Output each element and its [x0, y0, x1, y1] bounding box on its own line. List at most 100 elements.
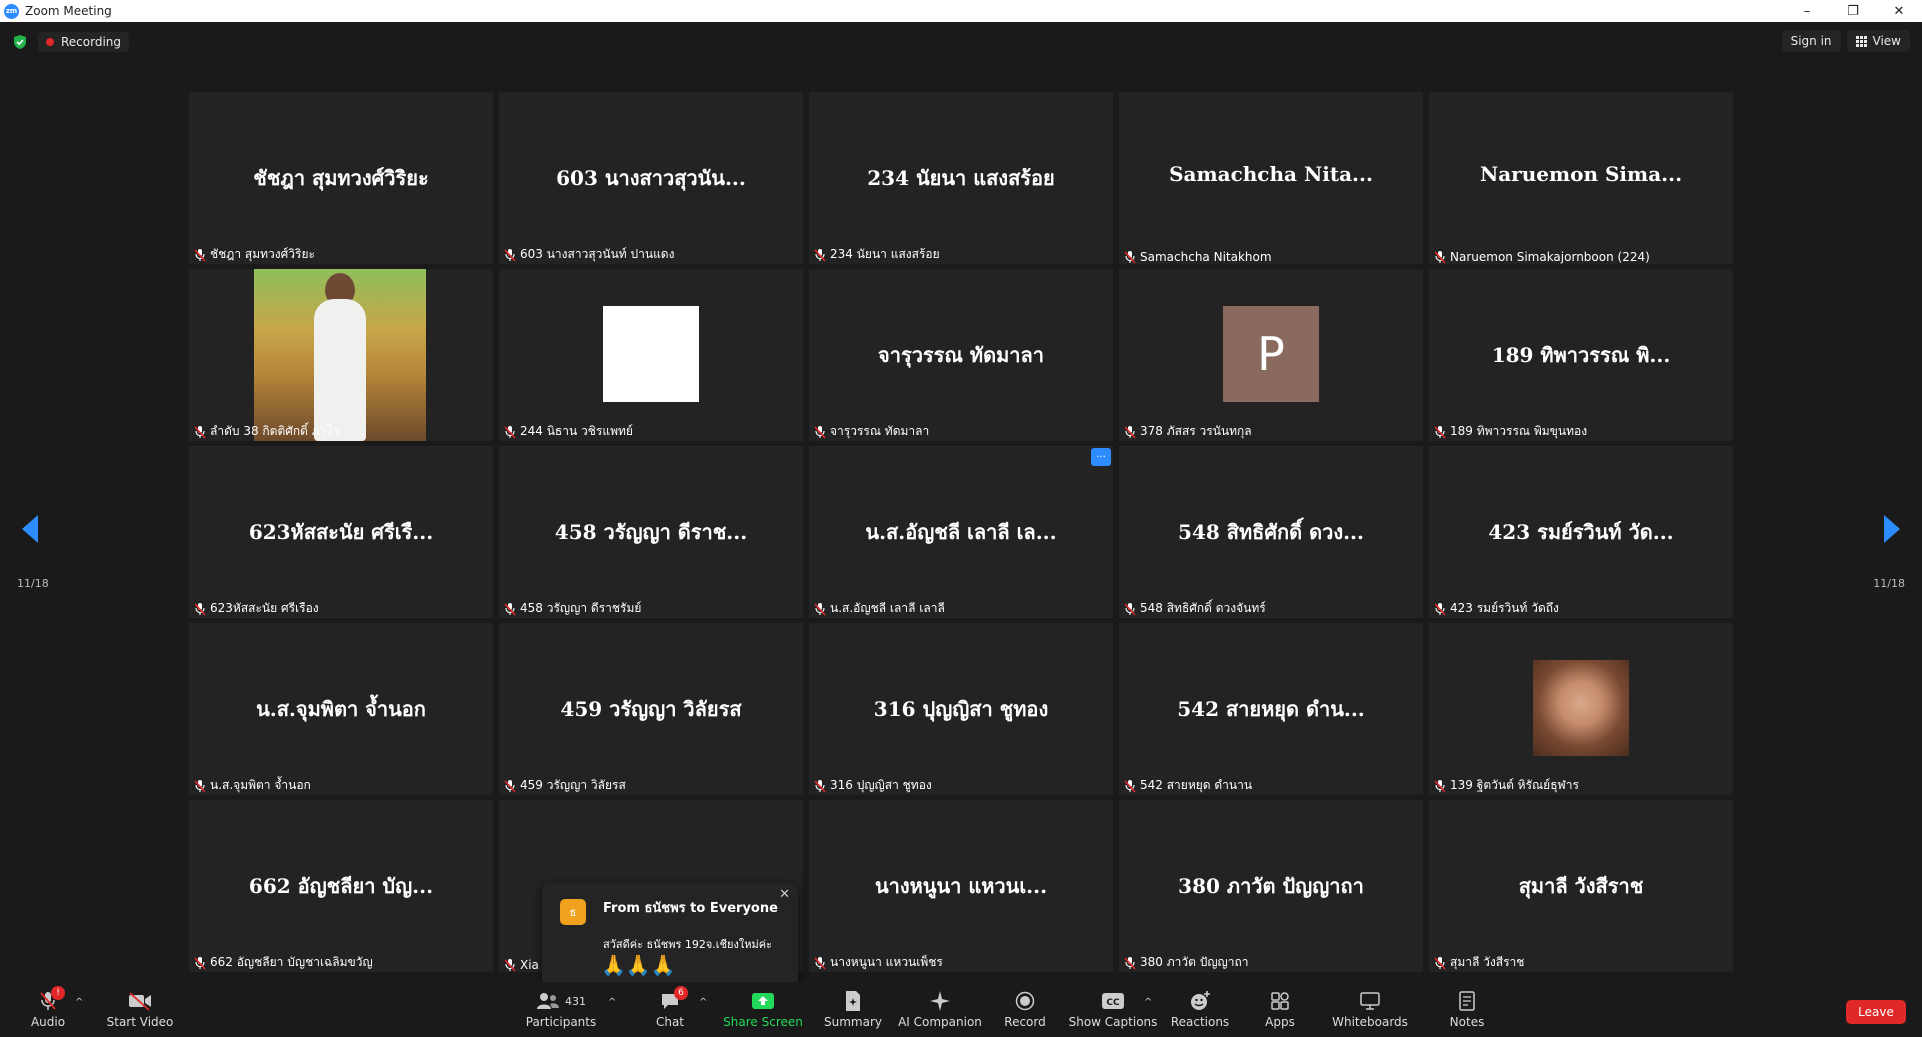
notes-button[interactable]: Notes — [1450, 982, 1484, 1037]
close-window-button[interactable]: ✕ — [1876, 0, 1922, 22]
minimize-button[interactable]: – — [1784, 0, 1830, 22]
participant-name-bar: นางหนูนา แหวนเพ็ชร — [813, 953, 943, 972]
participant-display-name: 380 ภาวัต ปัญญาถา — [1178, 874, 1364, 898]
participant-tile[interactable]: 603 นางสาวสุวนัน... 603 นางสาวสุวนันท์ ปา… — [499, 92, 803, 264]
apps-label: Apps — [1265, 1015, 1295, 1029]
chat-label: Chat — [655, 1015, 685, 1029]
muted-mic-icon — [1434, 251, 1446, 264]
previous-page-arrow-icon[interactable] — [22, 515, 38, 543]
participant-profile-photo — [1533, 660, 1629, 756]
participant-name-bar: 423 รมย์รวินท์ วัดถึง — [1433, 599, 1559, 618]
muted-mic-icon — [1434, 779, 1446, 793]
participant-tile[interactable]: 548 สิทธิศักดิ์ ดวง... 548 สิทธิศักดิ์ ดว… — [1119, 446, 1423, 618]
participants-button[interactable]: 431 Participants — [526, 982, 596, 1037]
start-video-button[interactable]: Start Video — [107, 982, 173, 1037]
participant-tile[interactable]: ชัชฎา สุมทวงศ์วิริยะ ชัชฎา สุมทวงศ์วิริยะ — [189, 92, 493, 264]
muted-mic-icon — [194, 956, 206, 970]
tile-more-options-button[interactable]: ··· — [1091, 448, 1111, 466]
participant-tile[interactable]: น.ส.จุมพิตา จ้ำนอก น.ส.จุมพิตา จ้ำนอก — [189, 623, 493, 795]
audio-label: Audio — [30, 1015, 66, 1029]
participant-tile[interactable]: 139 ฐิตวันต์ หิรัณย์ธุฬาร — [1429, 623, 1733, 795]
chat-button[interactable]: 6 Chat — [655, 982, 688, 1037]
participant-tile[interactable]: 316 ปุญญิสา ชูทอง 316 ปุญญิสา ชูทอง — [809, 623, 1113, 795]
participant-avatar: P — [1223, 306, 1319, 402]
participants-label: Participants — [525, 1015, 597, 1029]
participant-name-label: 542 สายหยุด ดำนาน — [1140, 778, 1253, 792]
video-off-icon — [129, 992, 151, 1011]
sign-in-button[interactable]: Sign in — [1781, 30, 1841, 52]
summary-button[interactable]: Summary — [824, 982, 882, 1037]
audio-button[interactable]: ! Audio — [30, 982, 66, 1037]
recording-indicator[interactable]: Recording — [38, 32, 130, 52]
participant-display-name: น.ส.อัญชลี เลาลี เล... — [865, 520, 1057, 544]
meeting-info-bar: Recording — [12, 32, 130, 52]
participant-tile[interactable]: 234 นัยนา แสงสร้อย 234 นัยนา แสงสร้อย — [809, 92, 1113, 264]
participant-tile[interactable]: จารุวรรณ ทัดมาลา จารุวรรณ ทัดมาลา — [809, 269, 1113, 441]
participant-display-name: 234 นัยนา แสงสร้อย — [867, 166, 1055, 190]
muted-mic-icon — [194, 248, 206, 262]
captions-options-caret[interactable]: ^ — [1144, 997, 1152, 1008]
close-icon[interactable]: ✕ — [779, 887, 790, 902]
participant-display-name: จารุวรรณ ทัดมาลา — [878, 343, 1044, 367]
record-button[interactable]: Record — [1004, 982, 1046, 1037]
leave-button[interactable]: Leave — [1846, 1000, 1906, 1024]
participant-tile[interactable]: Naruemon Sima... Naruemon Simakajornboon … — [1429, 92, 1733, 264]
record-icon — [1015, 991, 1035, 1011]
participant-tile[interactable]: P 378 ภัสสร วรนันทกุล — [1119, 269, 1423, 441]
reactions-button[interactable]: Reactions — [1171, 982, 1229, 1037]
participant-tile[interactable]: 542 สายหยุด ดำน... 542 สายหยุด ดำนาน — [1119, 623, 1423, 795]
show-captions-button[interactable]: CC Show Captions — [1069, 982, 1157, 1037]
participant-tile[interactable]: 380 ภาวัต ปัญญาถา 380 ภาวัต ปัญญาถา — [1119, 800, 1423, 972]
participant-display-name: Samachcha Nita... — [1169, 162, 1373, 186]
participant-tile[interactable]: 458 วรัญญา ดีราช... 458 วรัญญา ดีราชรัมย์ — [499, 446, 803, 618]
chat-unread-badge: 6 — [674, 986, 688, 1000]
participant-name-label: Naruemon Simakajornboon (224) — [1450, 250, 1650, 264]
ai-companion-button[interactable]: AI Companion — [898, 982, 982, 1037]
participant-tile[interactable]: 623หัสสะนัย ศรีเรื... 623หัสสะนัย ศรีเรือ… — [189, 446, 493, 618]
participant-name-label: ลำดับ 38 กิตติศักดิ์ ภาโว — [210, 424, 340, 438]
page-indicator-right: 11/18 — [1873, 577, 1905, 590]
participant-tile[interactable]: สุมาลี วังสีราช สุมาลี วังสีราช — [1429, 800, 1733, 972]
chat-options-caret[interactable]: ^ — [699, 997, 707, 1008]
participant-tile[interactable]: น.ส.อัญชลี เลาลี เล... ··· น.ส.อัญชลี เลาล… — [809, 446, 1113, 618]
muted-mic-icon — [504, 602, 516, 616]
participant-display-name: น.ส.จุมพิตา จ้ำนอก — [256, 697, 426, 721]
participant-tile[interactable]: 459 วรัญญา วิลัยรส 459 วรัญญา วิลัยรส — [499, 623, 803, 795]
participant-name-bar: 548 สิทธิศักดิ์ ดวงจันทร์ — [1123, 599, 1266, 618]
restore-button[interactable]: ❐ — [1830, 0, 1876, 22]
muted-mic-icon — [1434, 602, 1446, 616]
audio-options-caret[interactable]: ^ — [75, 997, 83, 1008]
participant-name-label: 548 สิทธิศักดิ์ ดวงจันทร์ — [1140, 601, 1266, 615]
participant-name-label: 459 วรัญญา วิลัยรส — [520, 778, 626, 792]
participant-tile[interactable]: 662 อัญชลียา บัญ... 662 อัญชลียา บัญชาเฉล… — [189, 800, 493, 972]
participant-name-label: 603 นางสาวสุวนันท์ ปานแดง — [520, 247, 675, 261]
view-button[interactable]: View — [1846, 30, 1910, 52]
participants-count: 431 — [565, 994, 586, 1008]
show-captions-label: Show Captions — [1068, 1015, 1158, 1029]
whiteboards-button[interactable]: Whiteboards — [1332, 982, 1408, 1037]
participant-tile[interactable]: Samachcha Nita... Samachcha Nitakhom — [1119, 92, 1423, 264]
share-screen-icon — [752, 993, 774, 1009]
audio-warning-badge: ! — [51, 986, 65, 1000]
muted-mic-icon — [1124, 602, 1136, 616]
share-screen-button[interactable]: Share Screen — [723, 982, 803, 1037]
participant-tile[interactable]: 189 ทิพาวรรณ พิ... 189 ทิพาวรรณ พิมขุนทอง — [1429, 269, 1733, 441]
participants-options-caret[interactable]: ^ — [608, 997, 616, 1008]
participant-tile[interactable]: นางหนูนา แหวนเ... นางหนูนา แหวนเพ็ชร — [809, 800, 1113, 972]
security-shield-icon[interactable] — [12, 34, 28, 50]
captions-cc-icon: CC — [1102, 993, 1124, 1009]
meeting-stage: Recording Sign in View 11/18 11/18 ชัชฎา… — [0, 22, 1922, 994]
participant-tile[interactable]: ลำดับ 38 กิตติศักดิ์ ภาโว — [189, 269, 493, 441]
muted-mic-icon — [504, 248, 516, 262]
muted-mic-icon — [814, 602, 826, 616]
muted-mic-icon — [1434, 425, 1446, 439]
participant-display-name: 423 รมย์รวินท์ วัด... — [1488, 520, 1674, 544]
next-page-arrow-icon[interactable] — [1884, 515, 1900, 543]
participant-name-bar: 623หัสสะนัย ศรีเรือง — [193, 599, 319, 618]
participant-tile[interactable]: 244 นิธาน วชิรแพทย์ — [499, 269, 803, 441]
gallery-grid: ชัชฎา สุมทวงศ์วิริยะ ชัชฎา สุมทวงศ์วิริยะ… — [189, 92, 1734, 976]
chat-notification[interactable]: ธ From ธนัชพร to Everyone ✕ สวัสดีค่ะ ธน… — [542, 883, 798, 994]
apps-button[interactable]: Apps — [1264, 982, 1296, 1037]
participant-tile[interactable]: 423 รมย์รวินท์ วัด... 423 รมย์รวินท์ วัดถ… — [1429, 446, 1733, 618]
participant-name-label: น.ส.อัญชลี เลาลี เลาลี — [830, 601, 945, 615]
